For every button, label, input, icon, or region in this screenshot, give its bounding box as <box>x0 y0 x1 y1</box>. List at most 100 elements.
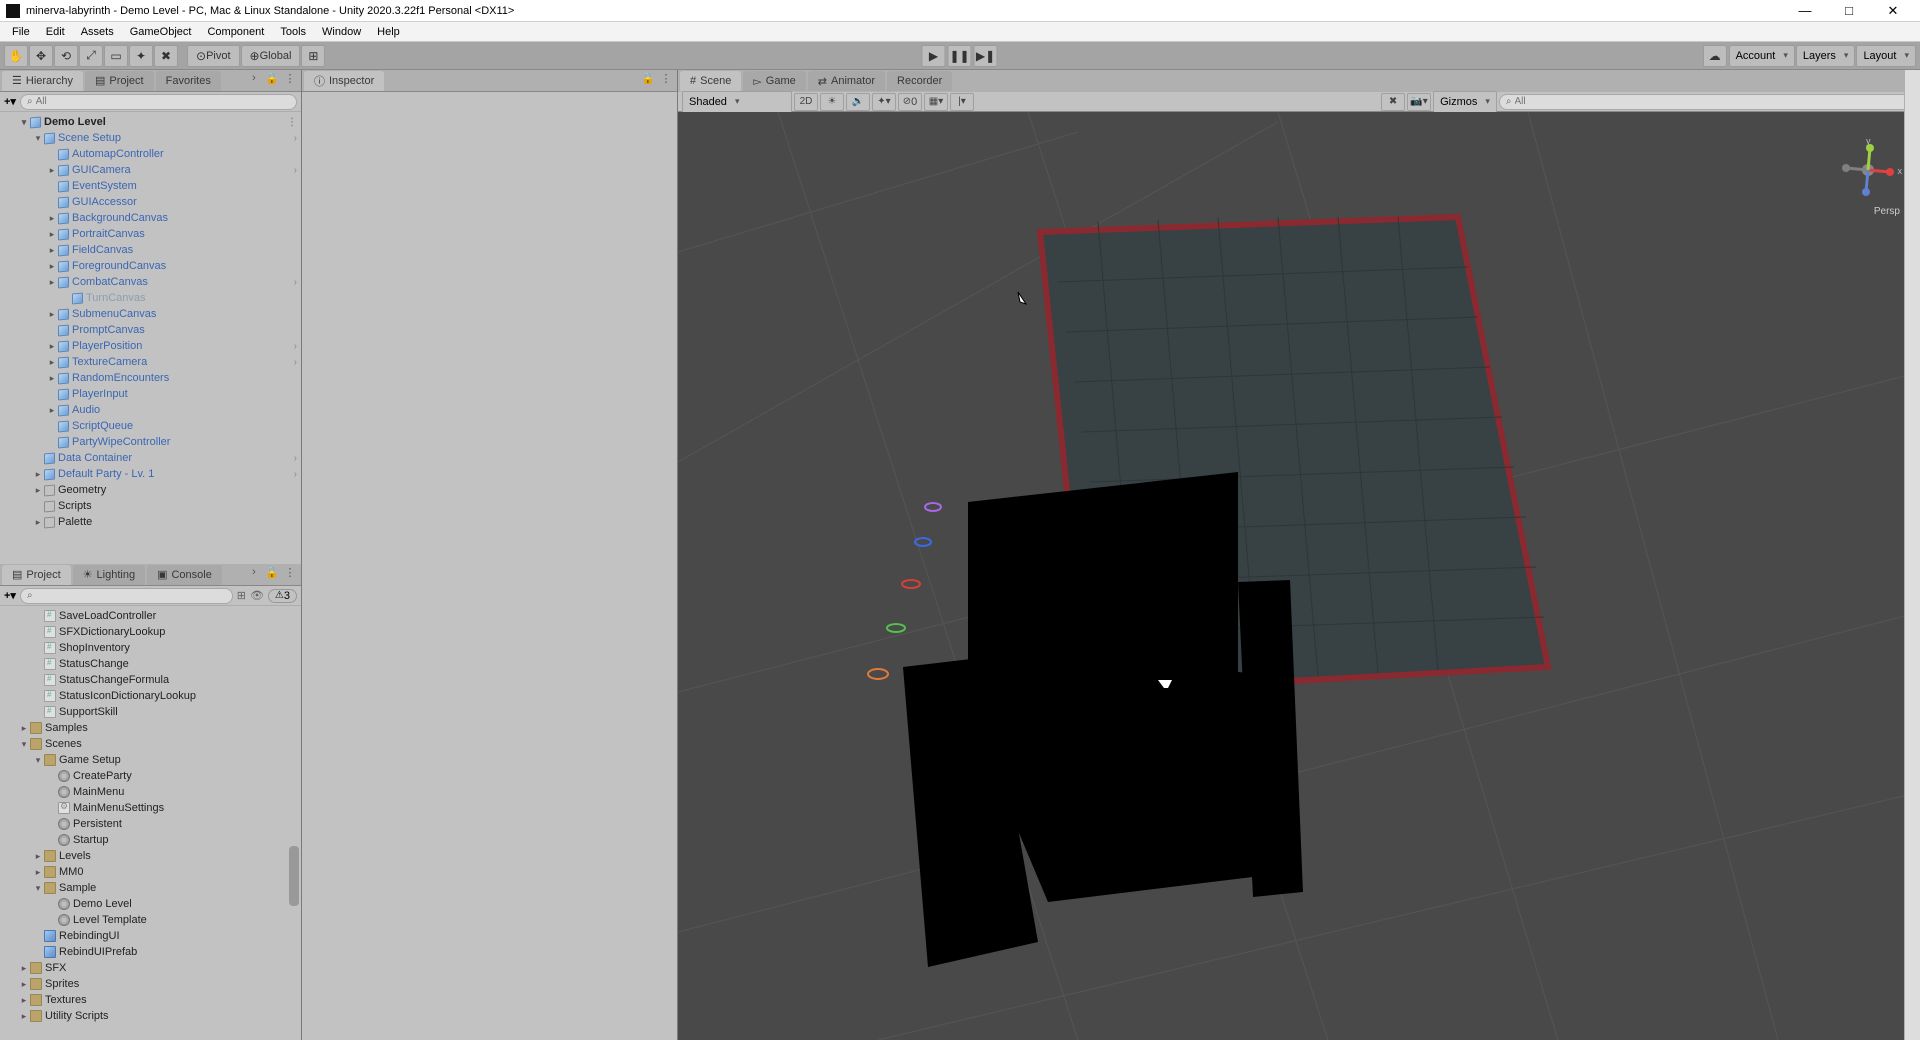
project-item[interactable]: StatusChangeFormula <box>0 672 301 688</box>
maximize-button[interactable]: □ <box>1836 3 1862 19</box>
menu-gameobject[interactable]: GameObject <box>122 24 200 40</box>
hierarchy-item[interactable]: ▸BackgroundCanvas <box>0 210 301 226</box>
project-item[interactable]: ▸Textures <box>0 992 301 1008</box>
lock-icon[interactable]: 🔒 <box>265 566 279 579</box>
tool-settings-icon[interactable]: ✖ <box>1381 93 1405 111</box>
custom-tool[interactable]: ✖ <box>154 45 178 67</box>
rotate-tool[interactable]: ⟲ <box>54 45 78 67</box>
hierarchy-item[interactable]: PlayerInput <box>0 386 301 402</box>
hierarchy-item[interactable]: ▸Audio <box>0 402 301 418</box>
project-item[interactable]: Demo Level <box>0 896 301 912</box>
hierarchy-item[interactable]: ▸RandomEncounters <box>0 370 301 386</box>
hierarchy-search-input[interactable] <box>36 96 290 107</box>
menu-icon[interactable]: ⋮ <box>283 72 297 85</box>
hierarchy-item[interactable]: PromptCanvas <box>0 322 301 338</box>
rect-tool[interactable]: ▭ <box>104 45 128 67</box>
hierarchy-item[interactable]: ▾Demo Level⋮ <box>0 114 301 130</box>
project-search[interactable]: ⌕ <box>20 588 233 604</box>
hierarchy-tree[interactable]: ▾Demo Level⋮▾Scene Setup›AutomapControll… <box>0 112 301 564</box>
2d-toggle[interactable]: 2D <box>794 93 818 111</box>
hand-tool[interactable]: ✋ <box>4 45 28 67</box>
hierarchy-search[interactable]: ⌕ <box>20 94 297 110</box>
tab-inspector[interactable]: ⓘ Inspector <box>304 71 384 91</box>
light-toggle[interactable]: ☀ <box>820 93 844 111</box>
project-item[interactable]: RebindingUI <box>0 928 301 944</box>
project-item[interactable]: ShopInventory <box>0 640 301 656</box>
step-button[interactable]: ▶❚ <box>974 45 998 67</box>
project-item[interactable]: Persistent <box>0 816 301 832</box>
project-item[interactable]: ▾Scenes <box>0 736 301 752</box>
play-button[interactable]: ▶ <box>922 45 946 67</box>
minimize-button[interactable]: — <box>1792 3 1818 19</box>
tab-console[interactable]: ▣ Console <box>147 565 222 585</box>
project-item[interactable]: StatusChange <box>0 656 301 672</box>
tab-game[interactable]: ▻ Game <box>743 71 805 91</box>
menu-tools[interactable]: Tools <box>272 24 314 40</box>
account-dropdown[interactable]: Account <box>1729 45 1795 67</box>
menu-help[interactable]: Help <box>369 24 408 40</box>
hierarchy-item[interactable]: ▾Scene Setup› <box>0 130 301 146</box>
project-item[interactable]: ▸Samples <box>0 720 301 736</box>
warning-count[interactable]: ⚠3 <box>268 589 297 603</box>
fx-toggle[interactable]: ✦▾ <box>872 93 896 111</box>
tab-animator[interactable]: ⇄ Animator <box>808 71 885 91</box>
hierarchy-item[interactable]: ▸GUICamera› <box>0 162 301 178</box>
menu-icon[interactable]: ⋮ <box>287 117 297 128</box>
project-item[interactable]: SFXDictionaryLookup <box>0 624 301 640</box>
project-item[interactable]: CreateParty <box>0 768 301 784</box>
hierarchy-item[interactable]: EventSystem <box>0 178 301 194</box>
menu-assets[interactable]: Assets <box>73 24 122 40</box>
project-item[interactable]: Startup <box>0 832 301 848</box>
filter-icon[interactable]: ⊞ <box>237 589 246 602</box>
grid-toggle[interactable]: ▦▾ <box>924 93 948 111</box>
arrow-icon[interactable]: › <box>247 566 261 579</box>
project-item[interactable]: SupportSkill <box>0 704 301 720</box>
extras-toggle[interactable]: |▾ <box>950 93 974 111</box>
project-item[interactable]: ▸SFX <box>0 960 301 976</box>
project-search-input[interactable] <box>36 590 226 601</box>
tab-favorites[interactable]: Favorites <box>156 71 221 91</box>
project-item[interactable]: ▸Sprites <box>0 976 301 992</box>
project-item[interactable]: RebindUIPrefab <box>0 944 301 960</box>
project-item[interactable]: MainMenuSettings <box>0 800 301 816</box>
hierarchy-item[interactable]: ▸SubmenuCanvas <box>0 306 301 322</box>
project-item[interactable]: ▸MM0 <box>0 864 301 880</box>
scene-viewport[interactable]: 🔒 <box>678 112 1920 1040</box>
hierarchy-item[interactable]: Data Container› <box>0 450 301 466</box>
tab-project-alt[interactable]: ▤ Project <box>85 71 154 91</box>
tab-project[interactable]: ▤ Project <box>2 565 71 585</box>
add-button[interactable]: +▾ <box>4 95 16 108</box>
menu-window[interactable]: Window <box>314 24 369 40</box>
hidden-toggle[interactable]: ⊘0 <box>898 93 922 111</box>
tab-hierarchy[interactable]: ☰ Hierarchy <box>2 71 83 91</box>
camera-icon[interactable]: 📷▾ <box>1407 93 1431 111</box>
tab-scene[interactable]: # Scene <box>680 71 741 91</box>
snap-toggle[interactable]: ⊞ <box>301 45 325 67</box>
scale-tool[interactable]: ⤢ <box>79 45 103 67</box>
persp-label[interactable]: Persp <box>1874 206 1900 217</box>
hierarchy-item[interactable]: AutomapController <box>0 146 301 162</box>
shading-dropdown[interactable]: Shaded <box>682 91 792 113</box>
project-item[interactable]: ▾Sample <box>0 880 301 896</box>
scrollbar-thumb[interactable] <box>289 846 299 906</box>
scene-search[interactable]: ⌕ <box>1499 94 1916 110</box>
scene-search-input[interactable] <box>1515 96 1909 107</box>
hierarchy-item[interactable]: ▸PortraitCanvas <box>0 226 301 242</box>
hierarchy-item[interactable]: ▸FieldCanvas <box>0 242 301 258</box>
layers-dropdown[interactable]: Layers <box>1796 45 1856 67</box>
hierarchy-item[interactable]: GUIAccessor <box>0 194 301 210</box>
menu-icon[interactable]: ⋮ <box>283 566 297 579</box>
hierarchy-item[interactable]: ▸Palette <box>0 514 301 530</box>
project-item[interactable]: ▸Levels <box>0 848 301 864</box>
gizmos-dropdown[interactable]: Gizmos <box>1433 91 1497 113</box>
add-button[interactable]: +▾ <box>4 589 16 602</box>
audio-toggle[interactable]: 🔊 <box>846 93 870 111</box>
hierarchy-item[interactable]: ScriptQueue <box>0 418 301 434</box>
hierarchy-item[interactable]: ▸CombatCanvas› <box>0 274 301 290</box>
hierarchy-item[interactable]: ▸TextureCamera› <box>0 354 301 370</box>
orientation-gizmo[interactable]: x y <box>1840 142 1896 198</box>
tab-lighting[interactable]: ☀ Lighting <box>73 565 145 585</box>
project-item[interactable]: Level Template <box>0 912 301 928</box>
project-item[interactable]: ▸Utility Scripts <box>0 1008 301 1024</box>
lock-icon[interactable]: 🔒 <box>641 72 655 85</box>
